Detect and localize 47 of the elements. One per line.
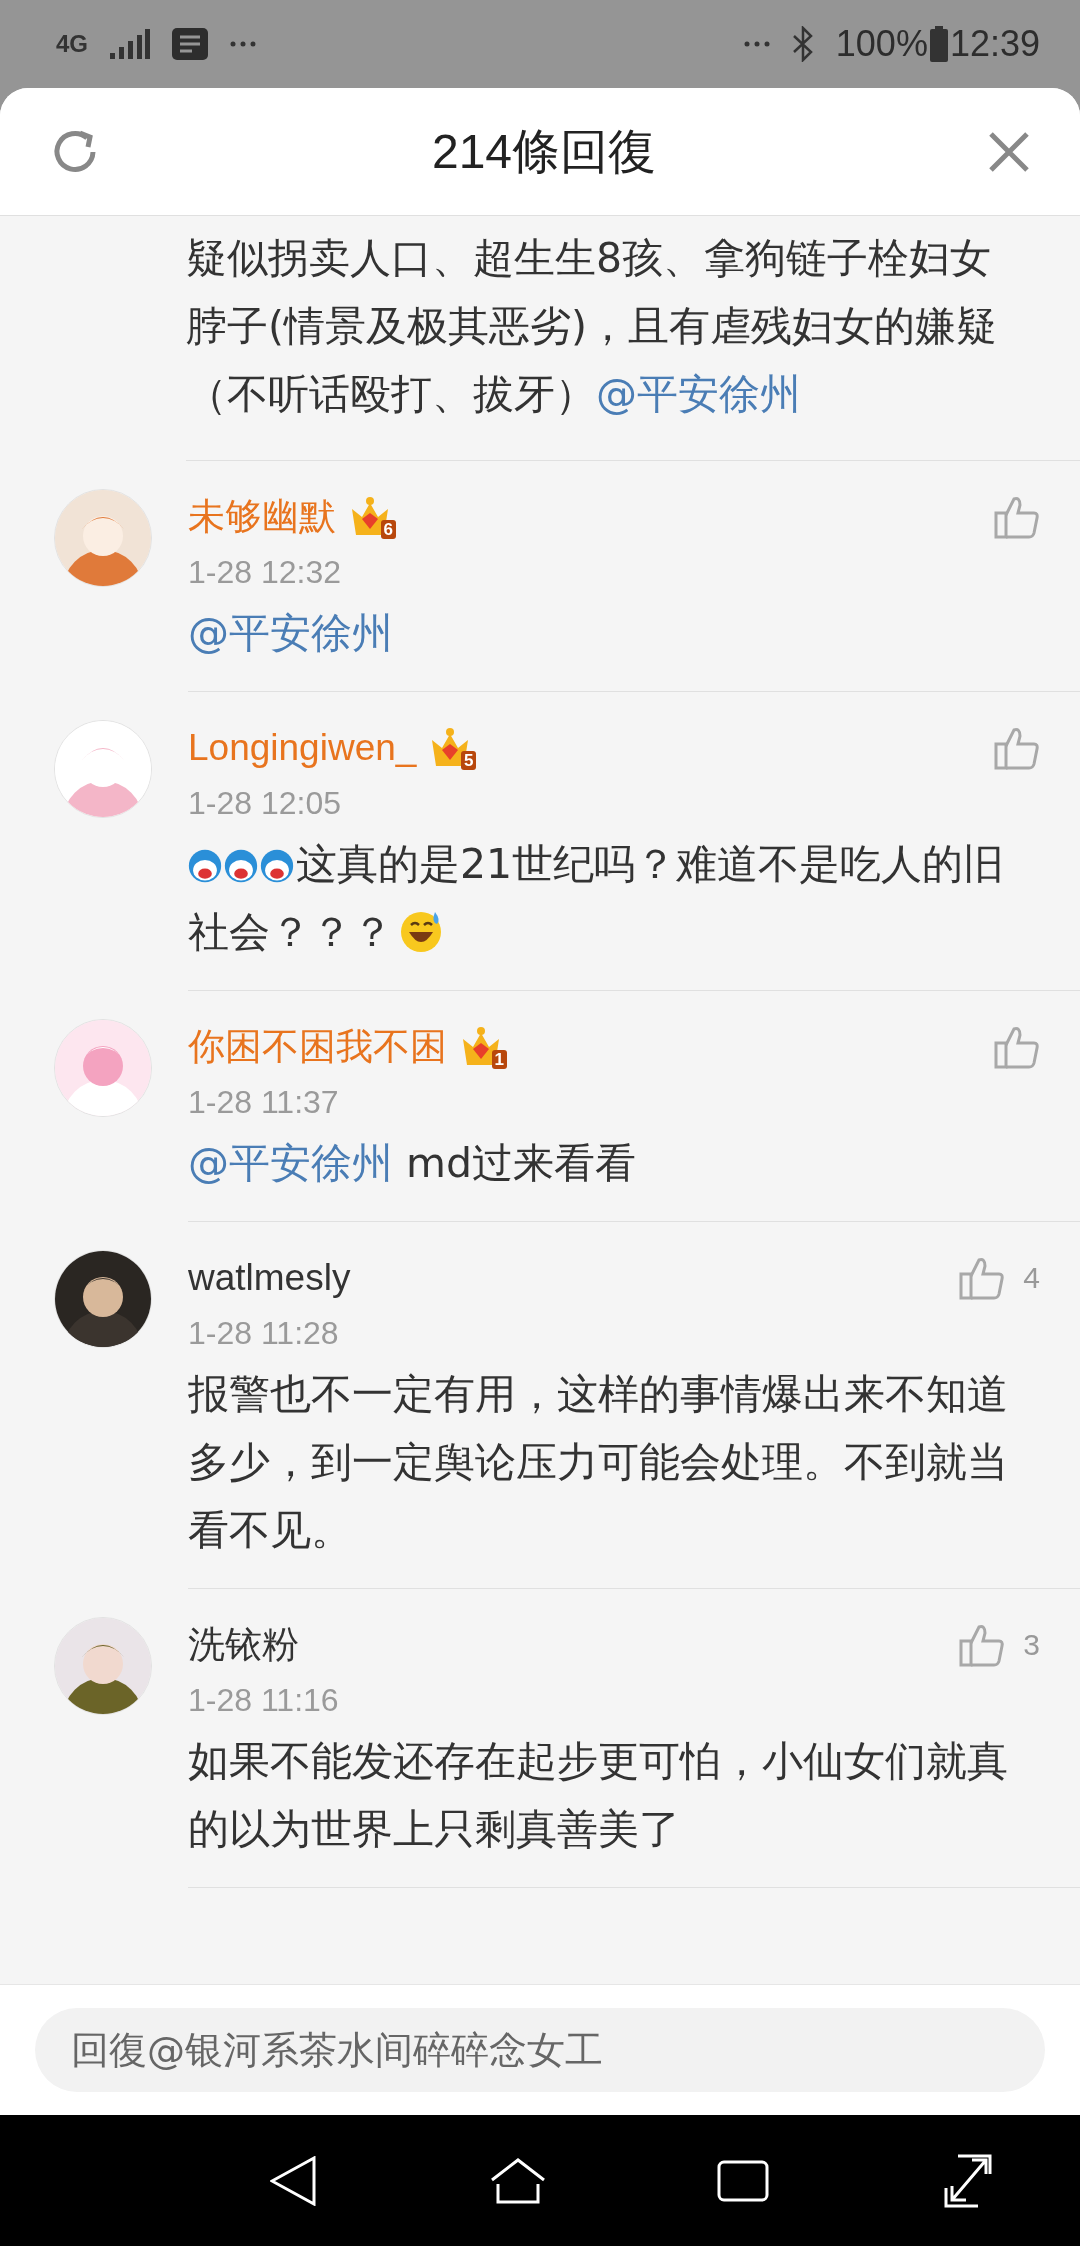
comment-text: 报警也不一定有用，这样的事情爆出来不知道多少，到一定舆论压力可能会处理。不到就当看不见。 <box>188 1369 1009 1556</box>
battery-icon <box>929 26 948 62</box>
sticker-icon <box>188 849 222 883</box>
mention-link[interactable]: @平安徐州 <box>188 609 393 657</box>
user-name[interactable]: 未够幽默 <box>188 492 336 542</box>
thumbs-up-icon <box>994 1025 1040 1069</box>
recent-apps-icon <box>716 2159 769 2202</box>
user-name[interactable]: 洗铱粉 <box>188 1620 299 1670</box>
comment-time: 1-28 12:05 <box>188 784 342 823</box>
like-button[interactable] <box>994 1025 1040 1069</box>
close-icon[interactable] <box>988 130 1030 173</box>
user-name[interactable]: 你困不困我不困 <box>188 1022 447 1072</box>
mention-link[interactable]: @平安徐州 <box>188 1139 393 1187</box>
thumbs-up-icon <box>994 726 1040 770</box>
network-type: 4G <box>56 30 88 58</box>
comment-text: 如果不能发还存在起步更可怕，小仙女们就真的以为世界上只剩真善美了 <box>188 1736 1009 1855</box>
back-icon <box>269 2155 316 2206</box>
like-button[interactable]: 4 <box>959 1256 1040 1300</box>
comment-time: 1-28 11:16 <box>188 1681 340 1720</box>
more-icon <box>230 41 256 47</box>
thumbs-up-icon <box>959 1623 1006 1667</box>
comment-time: 1-28 12:32 <box>188 553 342 592</box>
sticker-icon <box>224 849 258 883</box>
more-icon <box>743 41 770 47</box>
like-button[interactable]: 3 <box>959 1623 1040 1667</box>
sticker-icon <box>260 849 294 883</box>
user-name[interactable]: watlmesly <box>188 1257 351 1299</box>
mention-link[interactable]: @平安徐州 <box>596 370 801 418</box>
clock-time: 12:39 <box>949 23 1040 65</box>
home-icon <box>489 2157 546 2204</box>
header-title: 214條回復 <box>431 123 657 180</box>
thumbs-up-icon <box>994 495 1040 539</box>
like-button[interactable] <box>994 495 1040 539</box>
comment-time: 1-28 11:28 <box>188 1314 340 1353</box>
message-icon <box>172 28 208 60</box>
like-button[interactable] <box>994 726 1040 770</box>
comment-time: 1-28 11:37 <box>188 1083 340 1122</box>
user-name[interactable]: Longingiwen_ <box>188 727 417 769</box>
thumbs-up-icon <box>959 1256 1006 1300</box>
reply-field[interactable]: 回復@银河系茶水间碎碎念女工 <box>35 2008 1045 2092</box>
battery-percent: 100% <box>835 23 928 65</box>
signal-icon <box>110 29 150 59</box>
comment-text: 这真的是21世纪吗？难道不是吃人的旧社会？？？ <box>188 839 1006 958</box>
expand-icon <box>943 2153 992 2208</box>
comment-text: 疑似拐卖人口、超生生8孩、拿狗链子栓妇女脖子(情景及极其恶劣)，且有虐残妇女的嫌疑（不听话殴打、拔牙）@平安徐州 <box>186 233 998 420</box>
comment-text: @平安徐州 md过来看看 <box>188 1138 637 1189</box>
bluetooth-icon <box>791 26 814 62</box>
